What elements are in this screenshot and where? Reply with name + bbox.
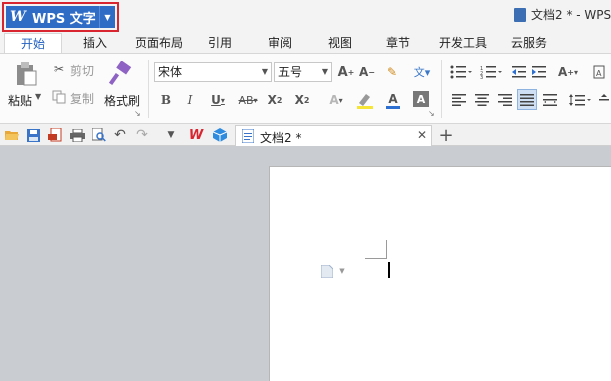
superscript-icon[interactable]: X2	[266, 90, 284, 110]
tab-review[interactable]: 审阅	[250, 33, 310, 53]
italic-icon[interactable]: I	[182, 90, 198, 110]
text-effect-icon[interactable]: A ▾	[324, 90, 348, 110]
document-page[interactable]: ▼	[269, 166, 611, 381]
svg-text:A: A	[596, 69, 602, 78]
svg-text:3: 3	[480, 75, 483, 79]
grow-font-icon[interactable]: A +	[337, 62, 355, 82]
underline-icon[interactable]: U ▾	[206, 90, 230, 110]
clear-format-icon[interactable]: ✎	[382, 62, 402, 82]
new-tab-icon[interactable]: +	[437, 125, 455, 146]
format-painter-label[interactable]: 格式刷	[104, 92, 140, 109]
print-preview-icon[interactable]	[90, 127, 108, 143]
document-workspace: ▼	[0, 146, 611, 381]
paste-dropdown-icon[interactable]: ▼	[35, 92, 41, 101]
open-folder-icon[interactable]	[4, 127, 20, 143]
save-icon[interactable]	[25, 127, 41, 143]
ribbon-home: 粘贴 ▼ ✂ 剪切 复制 格式刷 ↘ 宋体 ▼ 五号 ▼ A + A − ✎ 文▾ …	[0, 54, 611, 124]
scissors-icon[interactable]: ✂	[50, 60, 68, 78]
chevron-down-icon[interactable]: ▼	[338, 265, 346, 277]
window-title-text: 文档2 * - WPS	[531, 8, 611, 22]
increase-indent-icon[interactable]	[530, 62, 548, 82]
clipboard-launcher-icon[interactable]: ↘	[134, 109, 141, 118]
tab-insert[interactable]: 插入	[62, 33, 128, 53]
divider	[148, 60, 149, 118]
document-tab[interactable]: 文档2 * ✕	[235, 125, 432, 146]
redo-icon[interactable]: ↷	[134, 127, 150, 143]
margin-corner-mark	[365, 240, 387, 259]
chevron-down-icon: ▼	[261, 67, 268, 76]
format-painter-icon[interactable]	[107, 60, 133, 88]
highlight-icon[interactable]	[352, 90, 378, 110]
cut-label[interactable]: 剪切	[70, 62, 94, 79]
chevron-down-icon[interactable]: ▼	[99, 6, 115, 28]
strikethrough-icon[interactable]: AB ▾	[234, 90, 262, 110]
paste-icon[interactable]	[13, 60, 39, 88]
subscript-icon[interactable]: X2	[293, 90, 311, 110]
change-case-icon[interactable]: A + ▾	[554, 62, 582, 82]
line-spacing-icon[interactable]	[567, 90, 593, 110]
numbered-list-icon[interactable]: 123	[478, 62, 504, 82]
copy-icon[interactable]	[50, 88, 68, 106]
export-pdf-icon[interactable]	[46, 127, 64, 143]
tab-home[interactable]: 开始	[4, 33, 62, 53]
bold-icon[interactable]: B	[158, 90, 174, 110]
bullet-list-icon[interactable]	[448, 62, 474, 82]
show-marks-icon[interactable]	[597, 90, 611, 110]
align-left-icon[interactable]	[450, 90, 468, 110]
paste-label[interactable]: 粘贴	[8, 92, 32, 109]
align-right-icon[interactable]	[496, 90, 514, 110]
window-title: 文档2 * - WPS	[514, 6, 611, 23]
char-shading-icon[interactable]: A	[413, 91, 429, 107]
document-icon	[241, 129, 255, 143]
document-tab-label: 文档2 *	[260, 131, 302, 145]
quick-access-toolbar: ↶ ↷ ▼ W 文档2 * ✕ +	[0, 124, 611, 146]
wps-menu-label: WPS 文字	[32, 11, 96, 27]
undo-icon[interactable]: ↶	[112, 127, 128, 143]
font-color-icon[interactable]: A	[380, 90, 406, 110]
text-cursor	[388, 262, 390, 278]
shrink-font-icon[interactable]: A −	[358, 62, 376, 82]
justify-icon[interactable]	[517, 89, 537, 110]
cloud-box-icon[interactable]	[211, 127, 229, 143]
wps-logo-icon: W	[10, 9, 26, 25]
title-bar: W WPS 文字 ▼ 文档2 * - WPS	[0, 0, 611, 34]
decrease-indent-icon[interactable]	[510, 62, 528, 82]
paragraph-layout-icon[interactable]	[320, 264, 334, 278]
print-icon[interactable]	[68, 127, 86, 143]
divider	[441, 60, 442, 118]
wps-menu-button[interactable]: W WPS 文字 ▼	[2, 2, 119, 32]
tab-developer[interactable]: 开发工具	[426, 33, 500, 53]
tab-cloud-service[interactable]: 云服务	[500, 33, 558, 53]
sort-icon[interactable]: A	[590, 62, 608, 82]
tab-view[interactable]: 视图	[310, 33, 370, 53]
wps-home-icon[interactable]: W	[187, 127, 205, 143]
align-center-icon[interactable]	[473, 90, 491, 110]
font-family-select[interactable]: 宋体 ▼	[154, 62, 272, 82]
tab-references[interactable]: 引用	[190, 33, 250, 53]
ribbon-tabs: 开始 插入 页面布局 引用 审阅 视图 章节 开发工具 云服务	[0, 33, 611, 54]
font-size-value: 五号	[278, 65, 303, 79]
customize-toolbar-icon[interactable]: ▼	[164, 127, 178, 143]
document-icon	[514, 7, 526, 22]
chevron-down-icon: ▼	[321, 67, 328, 76]
distributed-icon[interactable]	[541, 90, 559, 110]
font-size-select[interactable]: 五号 ▼	[274, 62, 332, 82]
tab-page-layout[interactable]: 页面布局	[128, 33, 190, 53]
copy-label[interactable]: 复制	[70, 90, 94, 107]
pinyin-guide-icon[interactable]: 文▾	[410, 62, 434, 82]
font-family-value: 宋体	[158, 65, 183, 79]
tab-sections[interactable]: 章节	[370, 33, 426, 53]
close-icon[interactable]: ✕	[417, 128, 427, 142]
font-launcher-icon[interactable]: ↘	[428, 109, 435, 118]
